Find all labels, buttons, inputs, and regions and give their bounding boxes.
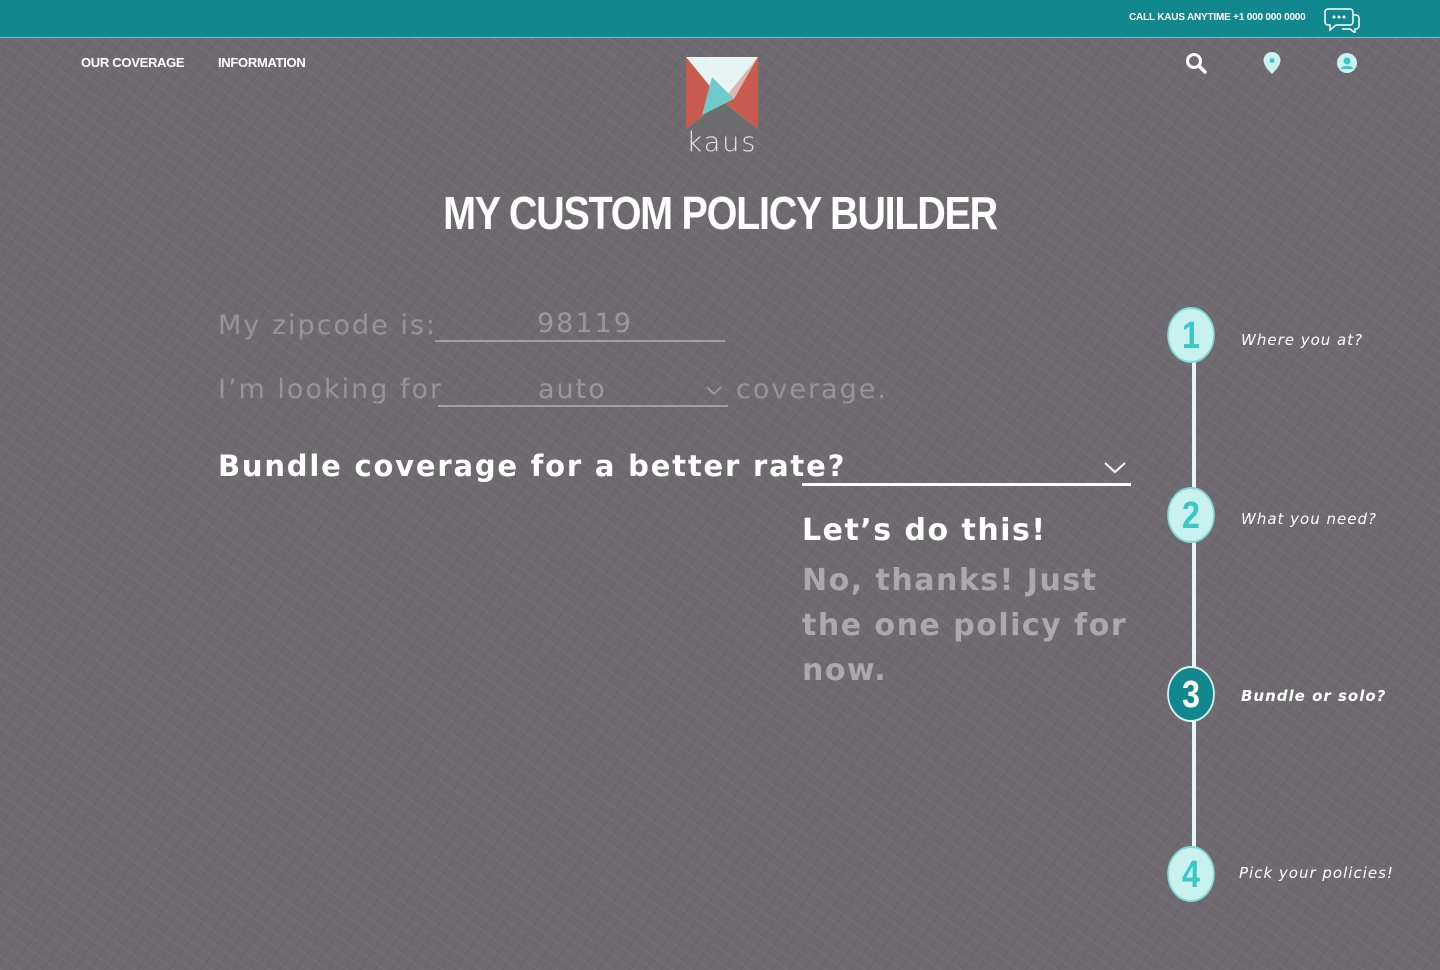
call-phone-text[interactable]: CALL KAUS ANYTIME +1 000 000 0000 [1129,12,1306,23]
nav-information[interactable]: INFORMATION [218,55,306,70]
zipcode-input[interactable]: 98119 [435,306,725,342]
chevron-down-icon [1104,462,1126,474]
user-icon[interactable] [1335,51,1359,75]
chat-bubbles-icon[interactable] [1324,5,1362,33]
step-4-circle[interactable]: 4 [1167,846,1215,902]
step-3-label: Bundle or solo? [1241,687,1387,705]
coverage-suffix-label: coverage. [736,374,888,405]
coverage-type-value: auto [538,374,607,405]
bundle-question-label: Bundle coverage for a better rate? [218,449,847,483]
step-1-circle[interactable]: 1 [1167,307,1215,363]
nav-our-coverage[interactable]: OUR COVERAGE [81,55,185,70]
zipcode-value: 98119 [537,308,633,339]
bundle-option-no[interactable]: No, thanks! Just the one policy for now. [802,558,1142,693]
chevron-down-icon [706,386,722,396]
step-1-label: Where you at? [1241,331,1364,349]
steps-progress-line [1192,362,1196,850]
top-bar: CALL KAUS ANYTIME +1 000 000 0000 [0,0,1440,38]
looking-for-label: I’m looking for [218,374,444,405]
page-title: MY CUSTOM POLICY BUILDER [443,187,998,239]
bundle-select[interactable] [802,450,1131,486]
kaus-logo-mark-icon [686,57,758,129]
step-3-circle[interactable]: 3 [1167,666,1215,722]
location-pin-icon[interactable] [1260,51,1284,75]
coverage-type-select[interactable]: auto [438,372,728,407]
zipcode-label: My zipcode is: [218,310,438,341]
step-2-circle[interactable]: 2 [1167,487,1215,543]
logo-wordmark: kaus [686,127,758,158]
step-4-label: Pick your policies! [1239,864,1394,882]
search-icon[interactable] [1184,51,1208,75]
bundle-option-yes[interactable]: Let’s do this! [802,513,1047,548]
step-2-label: What you need? [1241,510,1377,528]
kaus-logo[interactable]: kaus [684,55,760,163]
